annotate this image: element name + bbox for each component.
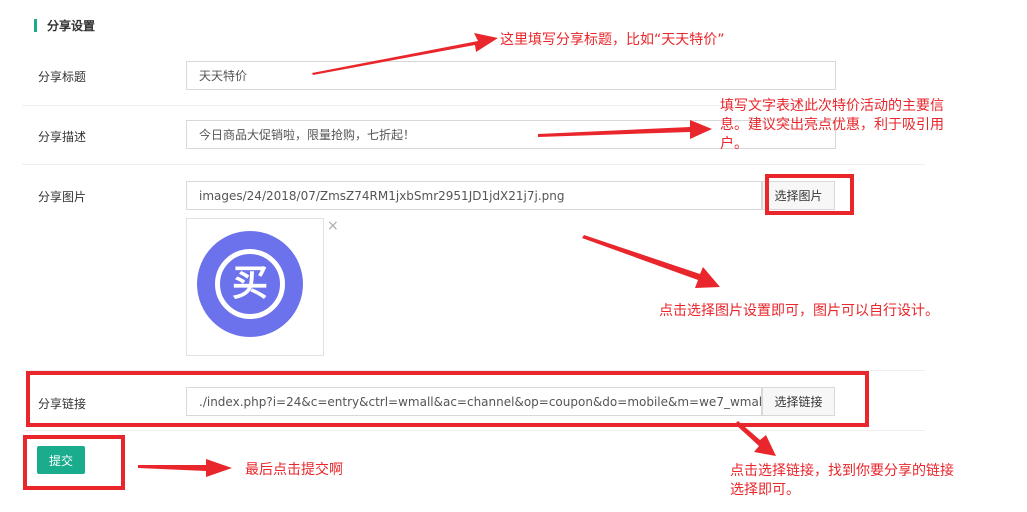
arrow-link bbox=[735, 421, 776, 456]
annotation-title: 这里填写分享标题，比如“天天特价” bbox=[500, 32, 725, 48]
arrow-title bbox=[312, 33, 498, 75]
annotation-submit: 最后点击提交啊 bbox=[245, 462, 343, 478]
annotation-arrows bbox=[138, 33, 776, 477]
arrow-desc bbox=[538, 120, 712, 139]
annotation-desc-line: 息。建议突出亮点优惠，利于吸引用 bbox=[720, 117, 944, 133]
arrow-image bbox=[582, 235, 720, 288]
annotation-link-line: 点击选择链接，找到你要分享的链接 bbox=[730, 463, 954, 479]
annotation-image: 点击选择图片设置即可，图片可以自行设计。 bbox=[659, 303, 939, 319]
annotation-desc-line: 填写文字表述此次特价活动的主要信 bbox=[720, 98, 944, 114]
annotation-link: 点击选择链接，找到你要分享的链接 选择即可。 bbox=[730, 462, 954, 500]
annotation-desc: 填写文字表述此次特价活动的主要信 息。建议突出亮点优惠，利于吸引用 户。 bbox=[720, 97, 944, 154]
arrow-submit bbox=[138, 459, 232, 477]
annotation-desc-line: 户。 bbox=[720, 136, 748, 152]
annotation-link-line: 选择即可。 bbox=[730, 482, 800, 498]
